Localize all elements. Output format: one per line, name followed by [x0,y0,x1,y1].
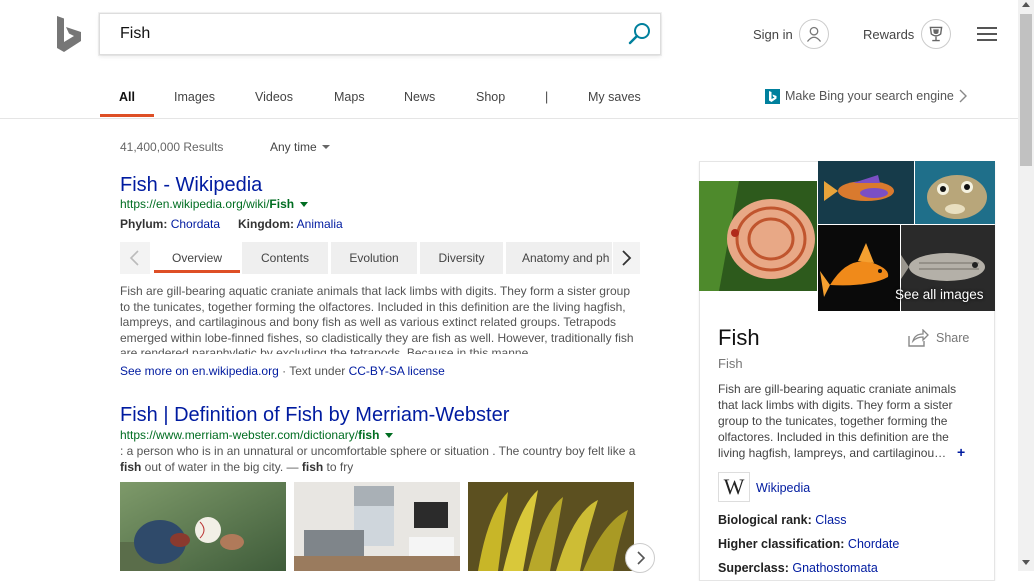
fact-key: Superclass: [718,561,789,575]
result-thumbnail-room[interactable] [294,482,460,571]
expand-description-button[interactable]: + [957,444,965,460]
result-url-prefix: https://en.wikipedia.org/wiki/ [120,197,270,211]
time-filter-dropdown[interactable]: Any time [270,140,317,154]
result-url-bold: Fish [269,197,295,211]
section-tab-diversity[interactable]: Diversity [420,242,503,274]
active-tab-indicator [100,114,154,117]
entity-title: Fish [718,325,760,350]
chevron-right-icon [637,551,646,565]
result-snippet: : a person who is in an unnatural or unc… [120,443,640,475]
fact-biological-rank: Biological rank: Class [718,513,847,527]
snippet-text: out of water in the big city. — [141,460,302,474]
rewards-link[interactable]: Rewards [863,27,914,42]
section-tab-contents[interactable]: Contents [242,242,328,274]
result-title-merriam-webster[interactable]: Fish | Definition of Fish by Merriam-Web… [120,404,509,427]
fact-superclass: Superclass: Gnathostomata [718,561,878,575]
fact-value-link[interactable]: Class [815,513,846,527]
chevron-right-icon[interactable] [958,88,968,104]
fact-key: Phylum: [120,217,168,231]
snippet-highlight: fish [120,460,142,474]
fact-value-link[interactable]: Animalia [297,217,343,231]
scroll-down-arrow-icon[interactable] [1022,560,1030,565]
result-thumbnail-bananas[interactable] [468,482,634,571]
tab-shop[interactable]: Shop [476,90,505,104]
result-title-wikipedia[interactable]: Fish - Wikipedia [120,174,262,197]
tabs-prev-button[interactable] [120,242,150,274]
license-text: · Text under [278,364,349,378]
fact-key: Higher classification: [718,537,845,551]
url-options-caret-icon[interactable] [385,433,394,439]
snippet-highlight: fish [301,460,324,474]
snippet-text: : a person who is in an unnatural or unc… [120,444,636,458]
tab-maps[interactable]: Maps [334,90,365,104]
share-icon[interactable] [907,329,929,347]
search-input[interactable] [120,14,600,54]
see-more-link[interactable]: See more on en.wikipedia.org [120,364,279,378]
license-link[interactable]: CC-BY-SA license [349,364,445,378]
result-url[interactable]: https://www.merriam-webster.com/dictiona… [120,428,394,442]
snippet-footer: See more on en.wikipedia.org · Text unde… [120,364,445,378]
panel-image-pufferfish[interactable] [915,161,995,224]
result-url-prefix: https://www.merriam-webster.com/dictiona… [120,428,359,442]
fact-value-link[interactable]: Gnathostomata [792,561,877,575]
avatar-icon[interactable] [799,19,829,49]
tabs-next-button[interactable] [613,242,640,274]
fact-kingdom: Kingdom: Animalia [238,217,343,231]
search-icon[interactable] [628,22,652,46]
search-box[interactable] [99,13,661,55]
section-tab-evolution[interactable]: Evolution [331,242,417,274]
result-url-bold: fish [358,428,380,442]
fact-value-link[interactable]: Chordate [848,537,899,551]
fact-higher-classification: Higher classification: Chordate [718,537,899,551]
result-snippet: Fish are gill-bearing aquatic craniate a… [120,284,634,354]
rewards-trophy-icon[interactable] [921,19,951,49]
tab-my-saves[interactable]: My saves [588,90,641,104]
hamburger-menu-icon[interactable] [977,26,997,42]
nav-separator: | [545,90,549,104]
chevron-right-icon [622,250,632,266]
tab-videos[interactable]: Videos [255,90,293,104]
result-url[interactable]: https://en.wikipedia.org/wiki/Fish [120,197,309,211]
entity-description: Fish are gill-bearing aquatic craniate a… [718,382,957,460]
tab-all[interactable]: All [119,90,135,104]
entity-subtitle: Fish [718,356,743,371]
sign-in-link[interactable]: Sign in [753,27,793,42]
wikipedia-icon[interactable]: W [718,472,750,502]
fact-value-link[interactable]: Chordata [171,217,220,231]
results-count: 41,400,000 Results [120,140,224,154]
url-options-caret-icon[interactable] [300,202,309,208]
result-thumbnail-baseball[interactable] [120,482,286,571]
fact-key: Biological rank: [718,513,812,527]
tab-news[interactable]: News [404,90,435,104]
snippet-text: to fry [323,460,354,474]
panel-image-discus-fish[interactable] [699,181,817,291]
bing-small-logo-icon[interactable] [765,89,780,104]
scroll-up-arrow-icon[interactable] [1022,2,1030,7]
bing-logo-icon[interactable] [55,16,85,52]
fact-phylum: Phylum: Chordata [120,217,220,231]
thumbnails-next-button[interactable] [625,543,655,573]
section-tab-anatomy[interactable]: Anatomy and ph [506,242,612,274]
chevron-left-icon [129,250,139,266]
tab-images[interactable]: Images [174,90,215,104]
scrollbar-thumb[interactable] [1020,14,1032,166]
active-section-indicator [154,270,240,273]
panel-image-goldfish[interactable] [818,225,900,311]
panel-image-tropical-fish[interactable] [818,161,914,224]
make-bing-default-link[interactable]: Make Bing your search engine [785,89,954,103]
share-button[interactable]: Share [936,331,969,345]
caret-down-icon[interactable] [322,145,330,149]
nav-divider [0,118,1018,119]
fact-key: Kingdom: [238,217,294,231]
see-all-images-link[interactable]: See all images [895,287,984,302]
wikipedia-link[interactable]: Wikipedia [756,481,810,495]
